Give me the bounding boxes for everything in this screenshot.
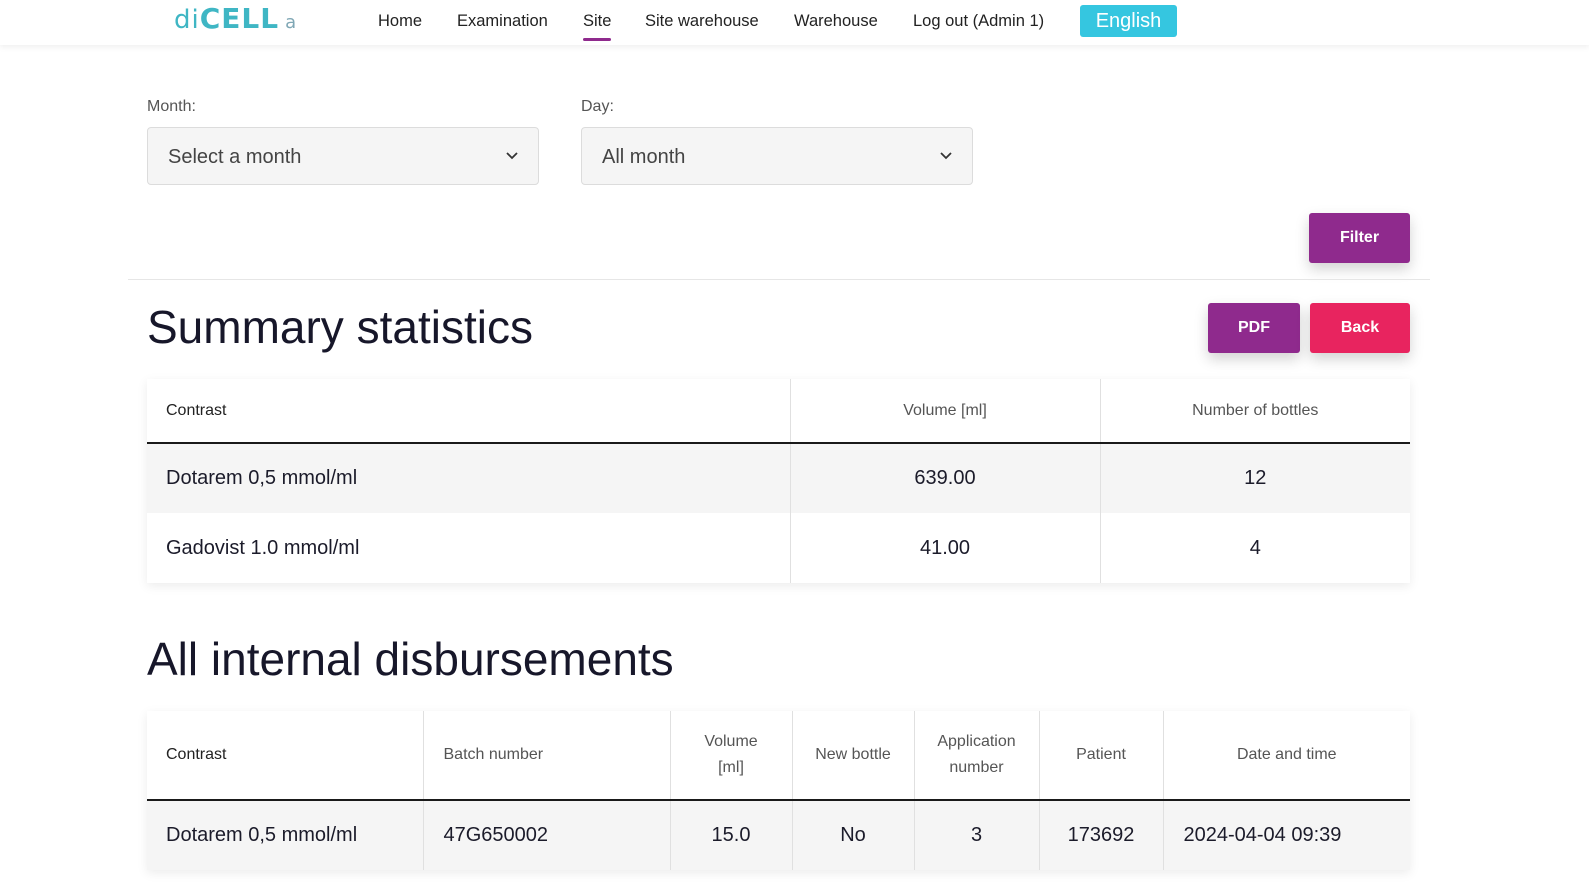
table-header-row: Contrast Volume [ml] Number of bottles (147, 379, 1410, 444)
column-header-volume: Volume [ml] (669, 711, 792, 801)
cell-contrast: Dotarem 0,5 mmol/ml (147, 800, 423, 870)
cell-new-bottle: No (791, 800, 914, 870)
cell-bottles: 4 (1099, 513, 1410, 583)
cell-volume: 15.0 (669, 800, 792, 870)
day-label: Day: (581, 98, 614, 115)
summary-title: Summary statistics (147, 301, 533, 353)
month-select[interactable]: Select a month (147, 127, 539, 185)
day-select[interactable]: All month (581, 127, 973, 185)
cell-bottles: 12 (1099, 443, 1410, 513)
column-header-patient: Patient (1038, 711, 1163, 801)
summary-table-card: Contrast Volume [ml] Number of bottles D… (147, 379, 1410, 583)
pdf-button[interactable]: PDF (1208, 303, 1300, 353)
column-header-volume: Volume [ml] (789, 379, 1100, 444)
cell-volume: 41.00 (789, 513, 1100, 583)
nav-site[interactable]: Site (583, 12, 612, 41)
column-header-new-bottle: New bottle (791, 711, 914, 801)
chevron-down-icon (506, 152, 518, 160)
nav-home[interactable]: Home (378, 12, 422, 31)
column-header-contrast: Contrast (147, 711, 423, 801)
month-label: Month: (147, 98, 196, 115)
back-button[interactable]: Back (1310, 303, 1410, 353)
top-navigation-bar: di CELL a Home Examination Site Site war… (0, 0, 1589, 45)
cell-contrast: Dotarem 0,5 mmol/ml (147, 443, 790, 513)
filter-button[interactable]: Filter (1309, 213, 1410, 263)
month-select-value: Select a month (168, 146, 302, 168)
chevron-down-icon (940, 152, 952, 160)
cell-volume: 639.00 (789, 443, 1100, 513)
cell-contrast: Gadovist 1.0 mmol/ml (166, 536, 360, 559)
day-select-value: All month (602, 146, 686, 168)
table-header-row: Contrast Batch number Volume [ml] New bo… (147, 711, 1410, 801)
column-header-batch: Batch number (422, 711, 670, 801)
table-row: Dotarem 0,5 mmol/ml 639.00 12 (147, 443, 1410, 513)
cell-application-number: 3 (913, 800, 1039, 870)
column-header-application-number: Application number (913, 711, 1039, 801)
column-header-bottles: Number of bottles (1099, 379, 1410, 444)
cell-batch: 47G650002 (422, 800, 670, 870)
nav-logout[interactable]: Log out (Admin 1) (913, 12, 1044, 31)
nav-examination[interactable]: Examination (457, 12, 548, 31)
table-row: Gadovist 1.0 mmol/ml 41.00 4 (147, 513, 1410, 583)
nav-site-warehouse[interactable]: Site warehouse (645, 12, 759, 31)
language-button[interactable]: English (1080, 5, 1177, 37)
cell-patient: 173692 (1038, 800, 1163, 870)
table-row: Dotarem 0,5 mmol/ml 47G650002 15.0 No 3 … (147, 800, 1410, 870)
dicella-logo[interactable]: di CELL a (174, 2, 297, 36)
nav-warehouse[interactable]: Warehouse (794, 12, 878, 31)
column-header-date-time: Date and time (1162, 711, 1410, 801)
column-header-contrast: Contrast (147, 379, 790, 444)
disbursements-table: Contrast Batch number Volume [ml] New bo… (147, 711, 1410, 870)
section-divider (128, 279, 1430, 280)
disbursements-table-card: Contrast Batch number Volume [ml] New bo… (147, 711, 1410, 870)
disbursements-title: All internal disbursements (147, 633, 674, 685)
cell-date-time: 2024-04-04 09:39 (1162, 800, 1410, 870)
summary-table: Contrast Volume [ml] Number of bottles D… (147, 379, 1410, 583)
